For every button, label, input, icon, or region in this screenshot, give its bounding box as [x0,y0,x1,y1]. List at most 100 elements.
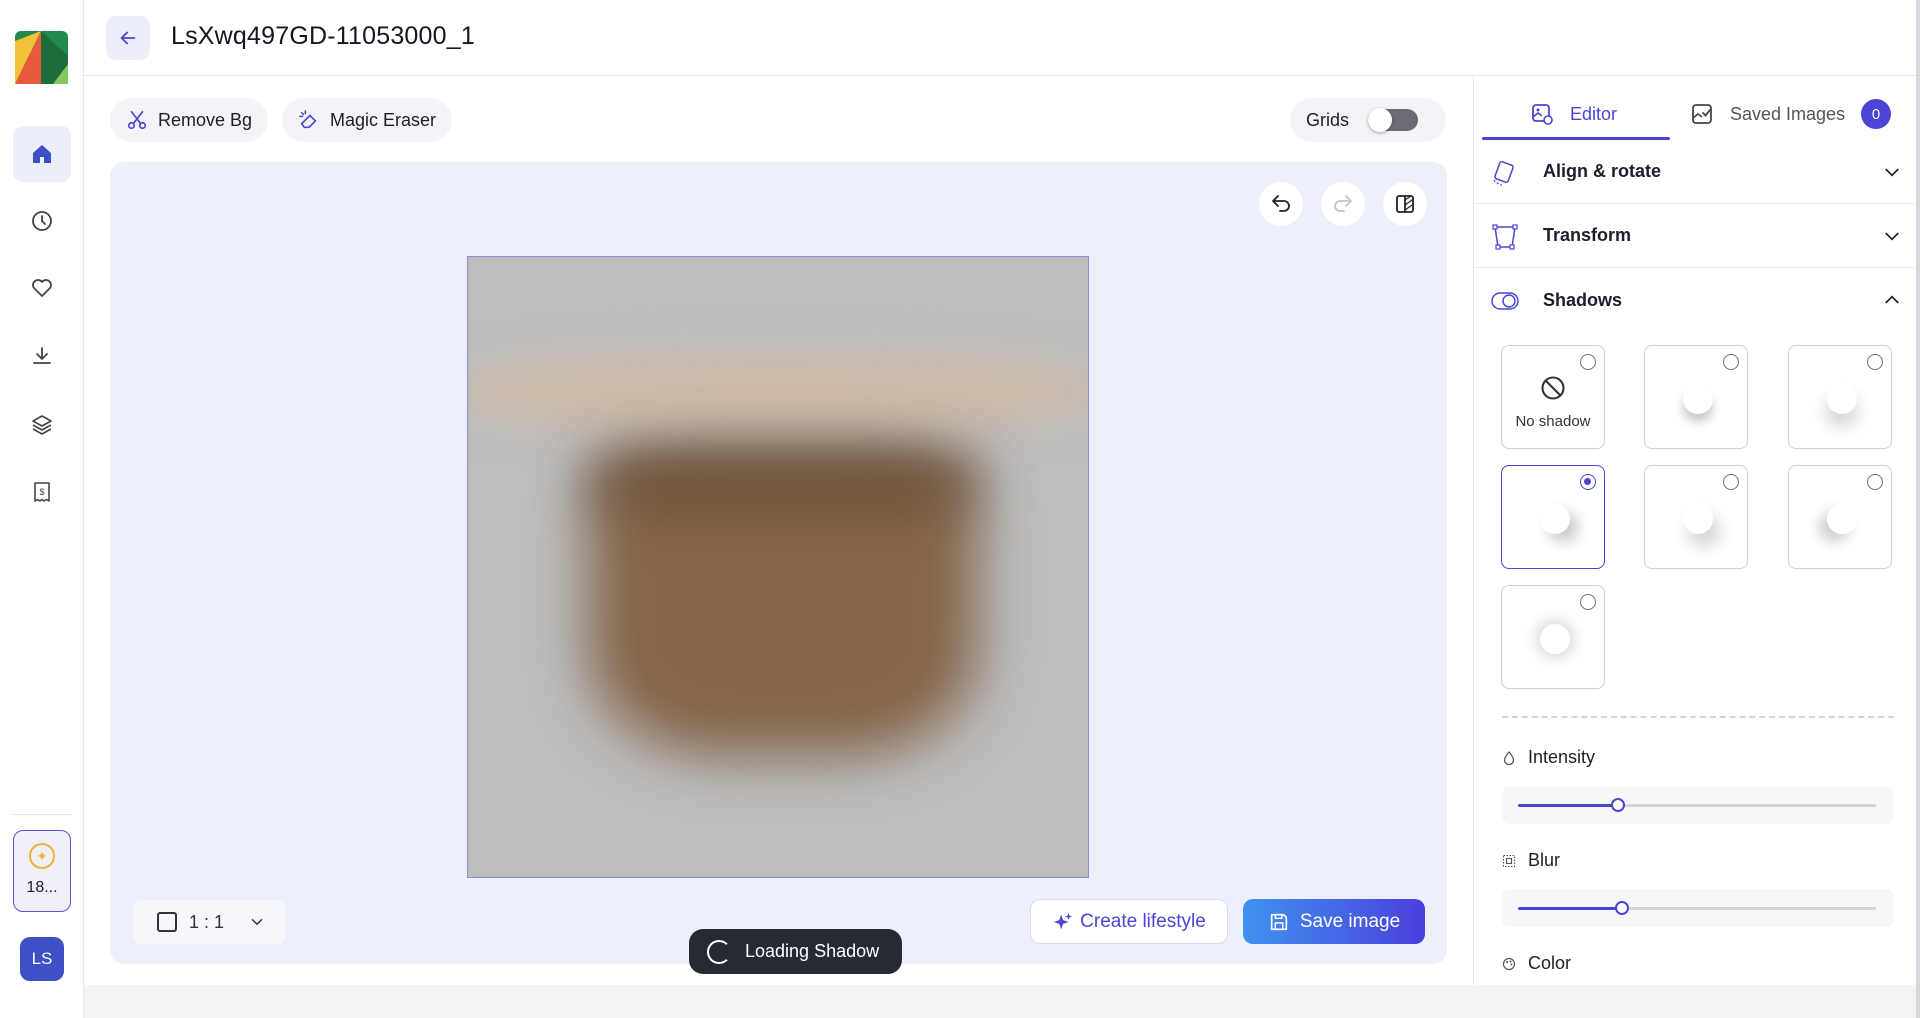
rail-layers[interactable] [13,396,71,452]
image-edit-icon [1532,104,1553,125]
radio-button[interactable] [1580,594,1596,610]
no-shadow-label: No shadow [1515,413,1591,430]
magic-eraser-button[interactable]: Magic Eraser [282,98,453,142]
image-canvas: 1 : 1 Create lifestyle Save image [110,162,1447,964]
tab-saved-images[interactable]: Saved Images 0 [1690,94,1892,134]
radio-button[interactable] [1867,474,1883,490]
toggle-knob [1368,108,1392,132]
grids-label: Grids [1306,109,1350,130]
save-image-button[interactable]: Save image [1243,899,1425,944]
eraser-icon [299,110,317,129]
shadow-preview [1683,384,1713,414]
back-button[interactable] [106,16,150,60]
tab-editor-label: Editor [1570,103,1618,124]
bottom-bar [84,985,1916,1018]
shadow-option-none[interactable]: No shadow [1501,345,1605,449]
magic-eraser-label: Magic Eraser [330,109,437,130]
rail-history[interactable] [13,193,71,249]
shadow-preview [1827,384,1857,414]
remove-bg-label: Remove Bg [158,109,253,130]
image-band-blur [588,452,978,512]
create-lifestyle-button[interactable]: Create lifestyle [1030,899,1228,944]
redo-icon [1334,195,1352,212]
shadow-preview [1683,504,1713,534]
radio-button[interactable] [1723,474,1739,490]
aspect-ratio-select[interactable]: 1 : 1 [133,900,286,944]
product-image[interactable] [467,256,1089,878]
home-icon [33,145,51,163]
blur-slider-box [1502,889,1894,927]
slider-fill [1518,907,1622,910]
remove-bg-button[interactable]: Remove Bg [110,98,269,142]
chevron-down-icon [1885,232,1899,241]
shadow-option[interactable] [1644,345,1748,449]
chevron-down-icon [1885,168,1899,177]
save-icon [1270,913,1287,930]
heart-icon [32,279,52,297]
rail-favorites[interactable] [13,260,71,316]
editor-panel: Editor Saved Images 0 Align & rotate Tra… [1473,76,1917,985]
panel-tabs: Editor Saved Images 0 [1474,76,1917,140]
saved-images-icon [1692,104,1712,124]
rail-home[interactable] [13,126,71,182]
intensity-label: Intensity [1528,747,1596,767]
slider-fill [1518,804,1619,807]
credits-widget[interactable]: ✦ 18... [13,830,71,912]
page-title: LsXwq497GD-11053000_1 [171,22,475,50]
credits-amount: 18... [26,879,58,896]
left-rail: $ ✦ 18... LS [0,0,84,1018]
sparkle-icon [1053,912,1073,929]
save-image-label: Save image [1299,910,1401,932]
svg-text:$: $ [39,487,44,497]
tab-editor[interactable]: Editor [1530,94,1617,134]
app-logo[interactable] [15,31,68,84]
redo-button[interactable] [1321,182,1365,226]
slider-thumb[interactable] [1614,901,1629,915]
color-label-row: Color [1502,953,1571,974]
grids-control: Grids [1290,98,1446,142]
shadow-option[interactable] [1644,465,1748,569]
user-avatar[interactable]: LS [20,937,64,981]
undo-button[interactable] [1259,182,1303,226]
rail-downloads[interactable] [13,328,71,384]
section-align-label: Align & rotate [1543,161,1662,181]
shadow-option[interactable] [1788,465,1892,569]
section-align-rotate[interactable]: Align & rotate [1474,140,1917,204]
palette-icon [1502,957,1516,970]
blur-label: Blur [1528,850,1561,870]
color-label: Color [1528,953,1572,973]
loading-text: Loading Shadow [745,941,880,961]
shadow-preview [1540,624,1570,654]
coin-icon: ✦ [29,843,55,869]
radio-button[interactable] [1580,474,1596,490]
section-shadows-label: Shadows [1543,289,1623,310]
radio-button[interactable] [1867,354,1883,370]
intensity-slider[interactable] [1518,798,1876,812]
top-header: LsXwq497GD-11053000_1 [84,0,1920,76]
create-lifestyle-label: Create lifestyle [1080,910,1206,932]
shadow-option-selected[interactable] [1501,465,1605,569]
download-icon [33,347,51,364]
chevron-down-icon [251,919,263,926]
intensity-label-row: Intensity [1502,747,1595,768]
spinner-icon [707,939,731,964]
saved-count-badge: 0 [1861,99,1892,129]
chevron-up-icon [1885,295,1899,304]
blur-label-row: Blur [1502,850,1560,871]
compare-button[interactable] [1383,182,1427,226]
shadow-option[interactable] [1788,345,1892,449]
compare-icon [1396,195,1414,213]
rotate-icon [1493,160,1514,186]
grids-toggle[interactable] [1368,108,1418,132]
section-transform[interactable]: Transform [1474,204,1917,268]
radio-button[interactable] [1580,354,1596,370]
shadow-option[interactable] [1501,585,1605,689]
shadow-preview [1540,504,1570,534]
slider-thumb[interactable] [1611,798,1626,812]
radio-button[interactable] [1723,354,1739,370]
logo-icon [15,31,68,84]
section-shadows[interactable]: Shadows [1474,268,1917,332]
rail-billing[interactable]: $ [13,464,71,520]
blur-slider[interactable] [1518,901,1876,915]
arrow-left-icon [120,31,136,45]
